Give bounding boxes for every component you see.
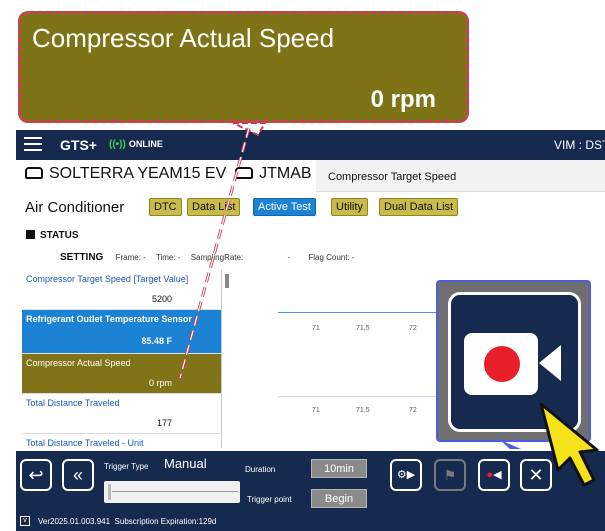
mouse-cursor-icon <box>539 402 599 487</box>
zoom-pointer <box>500 440 521 449</box>
cursor-overlay <box>500 402 599 487</box>
screen: GTS+ ((•))ONLINE VIM : DST-i SOLTERRA YE… <box>0 0 605 531</box>
